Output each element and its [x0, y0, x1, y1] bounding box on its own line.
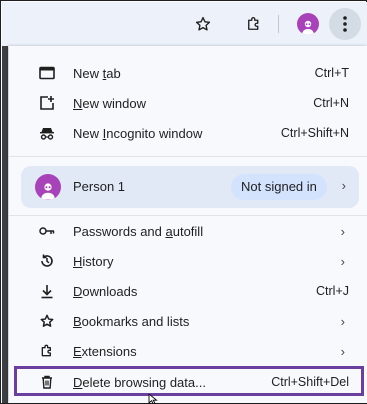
menu-item-label: Downloads: [73, 283, 138, 299]
menu-item-history[interactable]: History ›: [9, 246, 367, 276]
star-outline-icon: [195, 16, 211, 31]
history-icon: [39, 253, 55, 269]
bookmark-star-button[interactable]: [188, 9, 218, 39]
menu-item-downloads[interactable]: Downloads Ctrl+J: [9, 276, 367, 306]
profile-button[interactable]: [293, 9, 323, 39]
menu-item-label: Passwords and autofill: [73, 223, 204, 239]
puzzle-icon: [39, 343, 55, 359]
puzzle-icon: [248, 17, 259, 30]
chevron-right-icon: ›: [341, 178, 346, 193]
shortcut-label: Ctrl+N: [313, 96, 349, 110]
menu-item-passwords[interactable]: Passwords and autofill ›: [9, 216, 367, 246]
menu-item-label: Extensions: [73, 343, 137, 359]
browser-toolbar: [2, 2, 367, 46]
shortcut-label: Ctrl+T: [314, 66, 349, 80]
shortcut-label: Ctrl+Shift+N: [280, 126, 349, 140]
sign-in-status-chip[interactable]: Not signed in: [231, 174, 327, 200]
toolbar-separator: [278, 15, 279, 33]
main-menu-button[interactable]: [329, 8, 361, 40]
download-icon: [39, 283, 55, 299]
menu-item-new-incognito[interactable]: New Incognito window Ctrl+Shift+N: [9, 118, 367, 148]
new-tab-icon: [39, 65, 55, 81]
avatar-icon: [35, 174, 61, 200]
vertical-dots-icon: [343, 16, 347, 32]
menu-item-bookmarks[interactable]: Bookmarks and lists ›: [9, 306, 367, 336]
extensions-button[interactable]: [239, 9, 269, 39]
menu-item-label: New tab: [73, 65, 121, 81]
page-background-strip: [2, 46, 8, 403]
browser-menu: New tab Ctrl+T New window Ctrl+N New Inc…: [9, 46, 367, 403]
browser-window: New tab Ctrl+T New window Ctrl+N New Inc…: [0, 0, 367, 404]
profile-name: Person 1: [73, 179, 126, 194]
chevron-right-icon: ›: [340, 343, 345, 359]
highlight-box: [14, 366, 364, 396]
menu-item-new-tab[interactable]: New tab Ctrl+T: [9, 58, 367, 88]
mouse-cursor-icon: [148, 394, 158, 404]
chevron-right-icon: ›: [340, 313, 345, 329]
menu-divider: [9, 156, 367, 157]
menu-item-label: New window: [73, 95, 146, 111]
chevron-right-icon: ›: [340, 223, 345, 239]
menu-item-label: Bookmarks and lists: [73, 313, 190, 329]
menu-item-label: New Incognito window: [73, 125, 203, 141]
incognito-icon: [39, 125, 55, 141]
shortcut-label: Ctrl+J: [316, 284, 349, 298]
menu-item-new-window[interactable]: New window Ctrl+N: [9, 88, 367, 118]
incognito-avatar-icon: [297, 13, 319, 35]
menu-item-label: History: [73, 253, 114, 269]
new-window-icon: [39, 95, 55, 111]
key-icon: [39, 223, 55, 239]
menu-item-extensions[interactable]: Extensions ›: [9, 336, 367, 366]
bookmark-star-icon: [39, 313, 55, 329]
chevron-right-icon: ›: [340, 253, 345, 269]
menu-item-profile[interactable]: Person 1 Not signed in ›: [21, 166, 359, 208]
